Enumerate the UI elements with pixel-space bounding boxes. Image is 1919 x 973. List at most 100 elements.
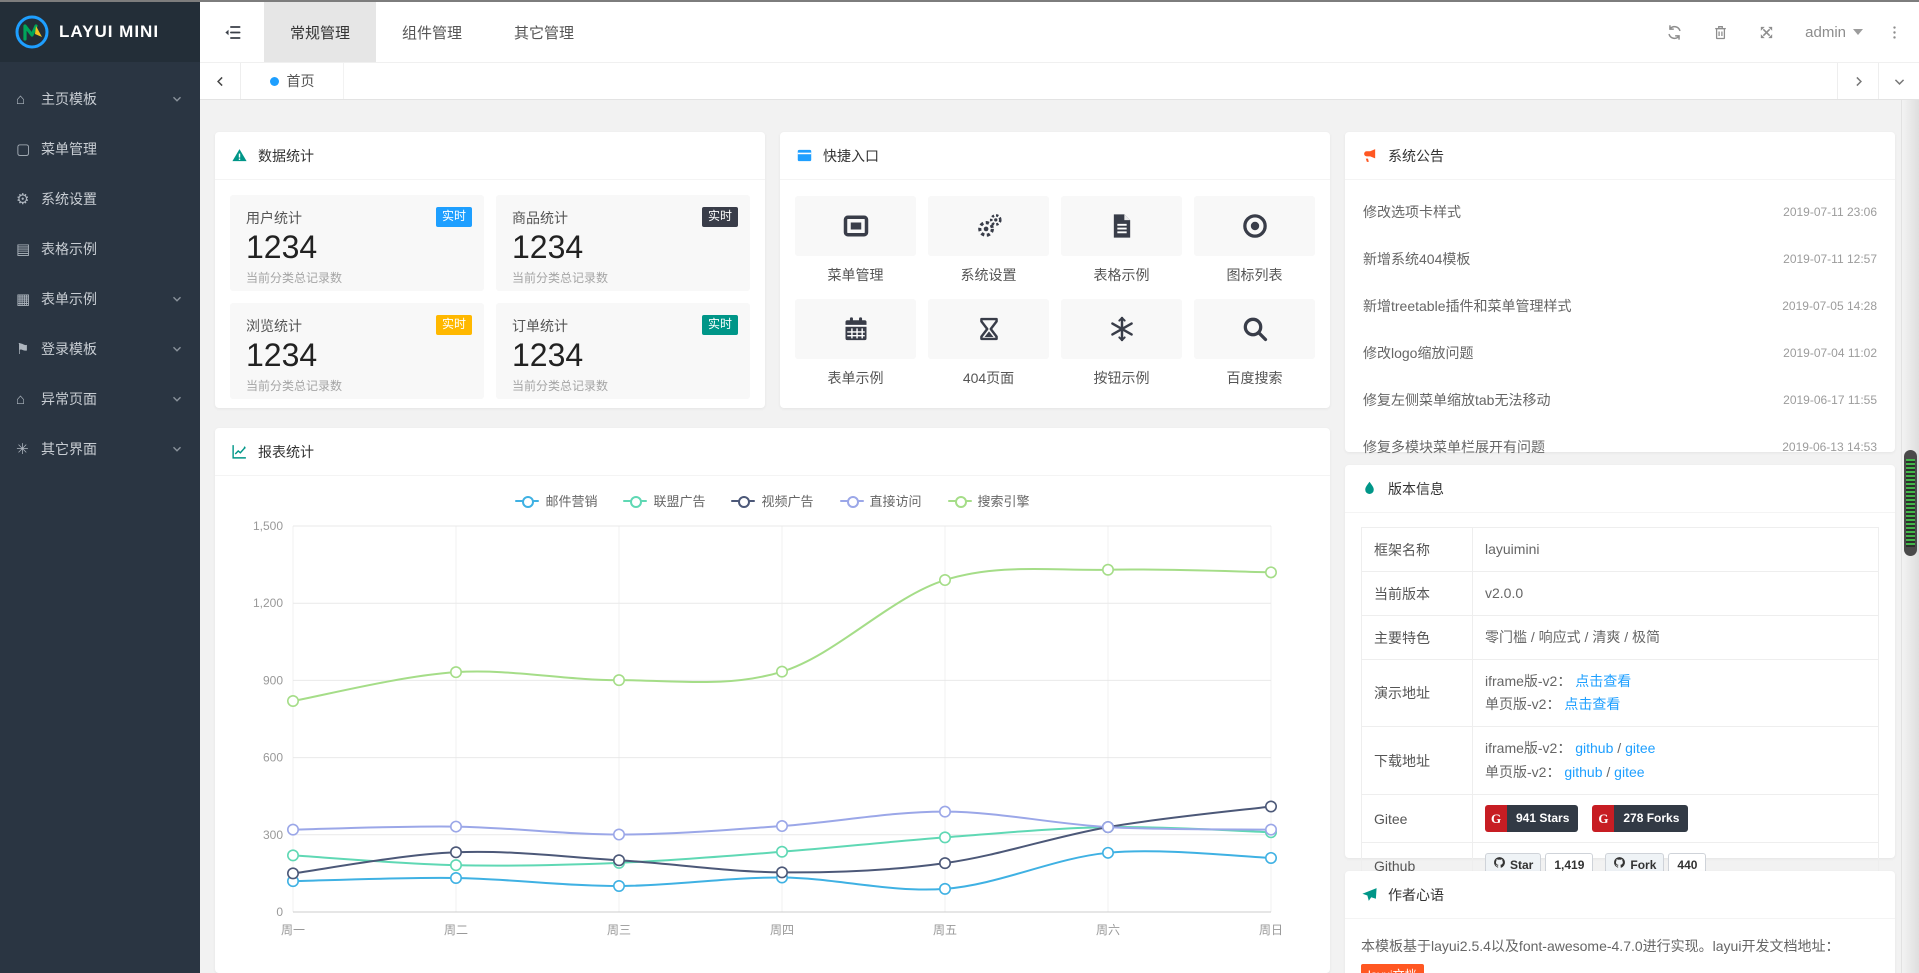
- sidebar-item-2[interactable]: ⚙系统设置: [0, 174, 200, 224]
- file-icon: ▤: [16, 240, 41, 258]
- gears-icon: ⚙: [16, 190, 41, 208]
- svg-text:1,200: 1,200: [253, 596, 283, 610]
- svg-text:300: 300: [263, 828, 283, 842]
- trash-icon[interactable]: [1697, 2, 1743, 62]
- scrollbar-thumb[interactable]: [1904, 450, 1917, 556]
- sidebar-item-5[interactable]: ⚑登录模板: [0, 324, 200, 374]
- gears-icon: [928, 196, 1049, 256]
- shortcut-3[interactable]: 图标列表: [1194, 196, 1315, 285]
- notice-row-3[interactable]: 修改logo缩放问题2019-07-04 11:02: [1361, 329, 1879, 376]
- stat-value: 1234: [246, 338, 468, 373]
- user-menu[interactable]: admin: [1789, 24, 1879, 41]
- sidebar-item-6[interactable]: ⌂异常页面: [0, 374, 200, 424]
- paper-plane-icon: [1361, 886, 1378, 903]
- link-gitee[interactable]: gitee: [1614, 764, 1644, 780]
- version-row-5: Gitee G941 Stars G278 Forks: [1362, 794, 1879, 843]
- page-scrollbar[interactable]: [1901, 100, 1919, 973]
- notice-row-0[interactable]: 修改选项卡样式2019-07-11 23:06: [1361, 188, 1879, 235]
- svg-text:周二: 周二: [444, 923, 468, 937]
- stats-card-title: 数据统计: [258, 146, 314, 166]
- menu-fold-icon[interactable]: [200, 2, 264, 62]
- line-chart: 03006009001,2001,500周一周二周三周四周五周六周日: [215, 510, 1330, 973]
- link-gitee[interactable]: gitee: [1625, 740, 1655, 756]
- legend-item-4[interactable]: 搜索引擎: [948, 491, 1030, 510]
- chevron-down-icon: [170, 92, 184, 106]
- author-card: 作者心语 本模板基于layui2.5.4以及font-awesome-4.7.0…: [1345, 871, 1895, 973]
- refresh-icon[interactable]: [1651, 2, 1697, 62]
- page-tabbar: 首页: [200, 62, 1919, 100]
- status-badge: 实时: [436, 207, 472, 227]
- link-github[interactable]: github: [1564, 764, 1602, 780]
- sidebar-item-label: 异常页面: [41, 389, 170, 409]
- shortcut-5[interactable]: 404页面: [928, 299, 1049, 388]
- nav-tab-1[interactable]: 组件管理: [376, 2, 488, 62]
- active-tab-dot: [270, 77, 279, 86]
- shortcut-4[interactable]: 表单示例: [795, 299, 916, 388]
- stats-card: 数据统计 用户统计1234当前分类总记录数实时商品统计1234当前分类总记录数实…: [215, 132, 765, 408]
- tab-options-icon[interactable]: [1878, 63, 1919, 99]
- topbar-nav-tabs: 常规管理组件管理其它管理: [264, 2, 600, 62]
- legend-item-0[interactable]: 邮件营销: [515, 491, 597, 510]
- legend-item-2[interactable]: 视频广告: [731, 491, 813, 510]
- shortcut-6[interactable]: 按钮示例: [1061, 299, 1182, 388]
- shortcut-2[interactable]: 表格示例: [1061, 196, 1182, 285]
- notice-list: 修改选项卡样式2019-07-11 23:06新增系统404模板2019-07-…: [1345, 180, 1895, 478]
- window-icon: [795, 196, 916, 256]
- version-table: 框架名称layuimini当前版本v2.0.0主要特色零门槛 / 响应式 / 清…: [1361, 527, 1879, 890]
- chevron-down-icon: [170, 442, 184, 456]
- sidebar-item-label: 菜单管理: [41, 139, 184, 159]
- legend-item-3[interactable]: 直接访问: [840, 491, 922, 510]
- chevron-down-icon: [1853, 29, 1863, 35]
- brand-logo[interactable]: LAYUI MINI: [0, 2, 200, 62]
- shortcuts-card-header: 快捷入口: [780, 132, 1330, 180]
- notice-row-5[interactable]: 修复多模块菜单栏展开有问题2019-06-13 14:53: [1361, 423, 1879, 470]
- nav-tab-0[interactable]: 常规管理: [264, 2, 376, 62]
- version-row-4: 下载地址iframe版-v2： github / gitee单页版-v2： gi…: [1362, 727, 1879, 794]
- legend-label: 搜索引擎: [978, 491, 1030, 510]
- sidebar-item-3[interactable]: ▤表格示例: [0, 224, 200, 274]
- version-row-label: 下载地址: [1362, 727, 1473, 794]
- notice-row-4[interactable]: 修复左侧菜单缩放tab无法移动2019-06-17 11:55: [1361, 376, 1879, 423]
- tab-scroll-right-icon[interactable]: [1837, 63, 1878, 99]
- fullscreen-icon[interactable]: [1743, 2, 1789, 62]
- tab-home[interactable]: 首页: [241, 63, 344, 99]
- sidebar-item-1[interactable]: ▢菜单管理: [0, 124, 200, 174]
- link-点击查看[interactable]: 点击查看: [1575, 673, 1631, 689]
- stat-value: 1234: [512, 230, 734, 265]
- shortcuts-card: 快捷入口 菜单管理系统设置表格示例图标列表表单示例 404页面 按钮示例百度搜索: [780, 132, 1330, 408]
- content: 数据统计 用户统计1234当前分类总记录数实时商品统计1234当前分类总记录数实…: [200, 100, 1901, 973]
- stat-label: 浏览统计: [246, 316, 468, 336]
- stat-box-0: 用户统计1234当前分类总记录数实时: [230, 195, 484, 291]
- gitee-badge[interactable]: G278 Forks: [1592, 805, 1688, 833]
- shortcut-1[interactable]: 系统设置: [928, 196, 1049, 285]
- report-card-title: 报表统计: [258, 442, 314, 462]
- link-点击查看[interactable]: 点击查看: [1564, 696, 1620, 712]
- notice-row-2[interactable]: 新增treetable插件和菜单管理样式2019-07-05 14:28: [1361, 282, 1879, 329]
- more-vertical-icon[interactable]: [1879, 2, 1909, 62]
- tab-scroll-left-icon[interactable]: [200, 63, 241, 99]
- svg-text:周六: 周六: [1096, 923, 1120, 937]
- version-row-1: 当前版本v2.0.0: [1362, 572, 1879, 616]
- shortcut-0[interactable]: 菜单管理: [795, 196, 916, 285]
- scrollbar-thumb-stripes: [1906, 459, 1915, 547]
- layui-doc-badge[interactable]: layui文档: [1361, 964, 1424, 973]
- sidebar-item-7[interactable]: ✳其它界面: [0, 424, 200, 474]
- stat-box-3: 订单统计1234当前分类总记录数实时: [496, 303, 750, 399]
- legend-item-1[interactable]: 联盟广告: [623, 491, 705, 510]
- shortcut-7[interactable]: 百度搜索: [1194, 299, 1315, 388]
- svg-text:周五: 周五: [933, 923, 957, 937]
- nav-tab-2[interactable]: 其它管理: [488, 2, 600, 62]
- version-row-label: Gitee: [1362, 794, 1473, 843]
- notice-row-1[interactable]: 新增系统404模板2019-07-11 12:57: [1361, 235, 1879, 282]
- version-row-0: 框架名称layuimini: [1362, 528, 1879, 572]
- gitee-badge[interactable]: G941 Stars: [1485, 805, 1578, 833]
- link-github[interactable]: github: [1575, 740, 1613, 756]
- content-left-column: 数据统计 用户统计1234当前分类总记录数实时商品统计1234当前分类总记录数实…: [215, 132, 1330, 973]
- sidebar-item-0[interactable]: ⌂主页模板: [0, 74, 200, 124]
- stat-desc: 当前分类总记录数: [246, 269, 468, 286]
- shortcut-label: 404页面: [963, 368, 1014, 388]
- legend-label: 视频广告: [761, 491, 813, 510]
- sidebar-item-4[interactable]: ▦表单示例: [0, 274, 200, 324]
- version-row-value: iframe版-v2： github / gitee单页版-v2： github…: [1473, 727, 1879, 794]
- legend-marker: [840, 500, 864, 502]
